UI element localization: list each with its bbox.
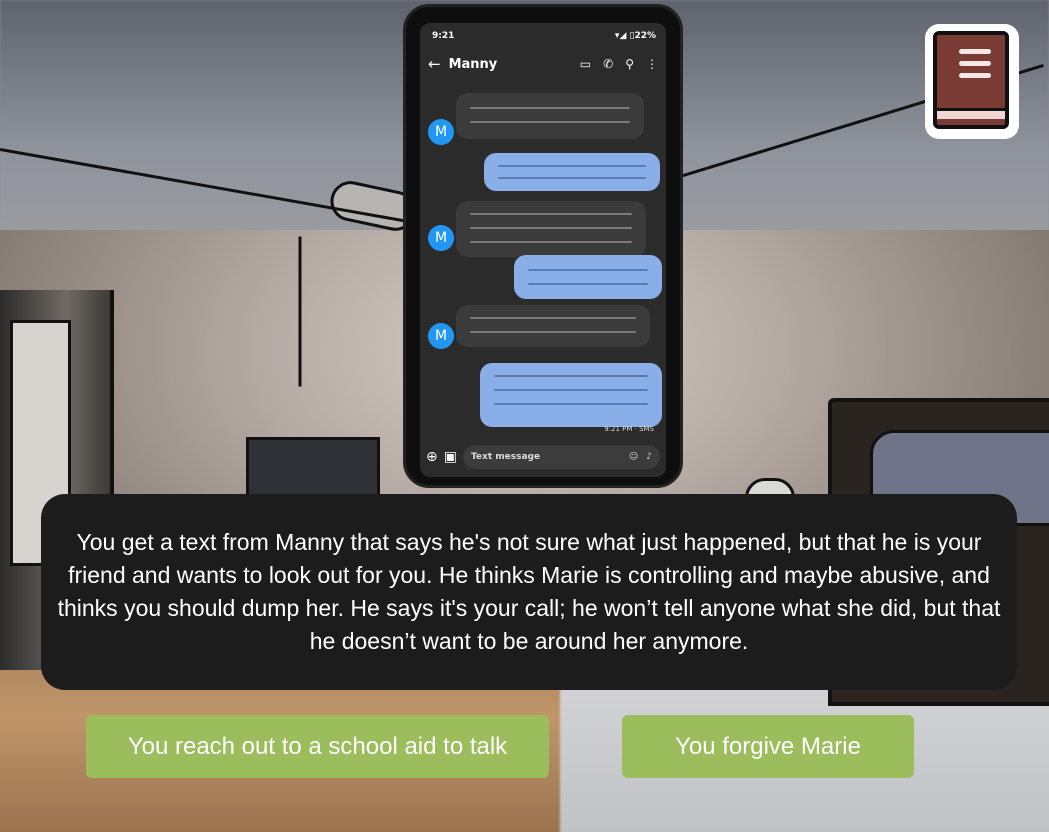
message-input-placeholder: Text message	[470, 452, 541, 462]
phone-screen: 9:21 ▾◢ ▯22% ← Manny ▭ ✆ ⚲ ⋮ M M M 9:21 …	[420, 23, 666, 477]
scribble-text	[528, 283, 648, 285]
status-time: 9:21	[432, 31, 455, 41]
choice-button-forgive-marie[interactable]: You forgive Marie	[622, 715, 914, 778]
message-timestamp: 9:21 PM · SMS	[604, 425, 654, 433]
menu-line	[959, 73, 991, 78]
add-icon[interactable]: ⊕	[426, 449, 438, 465]
emoji-icon[interactable]: ☺	[629, 452, 638, 462]
gallery-icon[interactable]: ▣	[444, 449, 457, 465]
conversation-header: ← Manny ▭ ✆ ⚲ ⋮	[428, 51, 658, 77]
search-icon[interactable]: ⚲	[625, 57, 634, 71]
book-icon	[933, 31, 1009, 129]
status-battery: ▾◢ ▯22%	[614, 31, 656, 41]
mic-icon[interactable]: ♪	[646, 452, 652, 462]
message-composer: ⊕ ▣ Text message ☺ ♪	[426, 443, 660, 471]
scribble-text	[528, 269, 648, 271]
phone-call-icon[interactable]: ✆	[603, 57, 613, 71]
outgoing-message	[480, 363, 662, 427]
scribble-text	[470, 241, 632, 243]
contact-avatar: M	[428, 225, 454, 251]
menu-line	[959, 49, 991, 54]
scribble-text	[498, 165, 646, 167]
outgoing-message	[484, 153, 660, 191]
phone: 9:21 ▾◢ ▯22% ← Manny ▭ ✆ ⚲ ⋮ M M M 9:21 …	[403, 4, 683, 488]
scribble-text	[494, 375, 648, 377]
scribble-text	[494, 389, 648, 391]
scribble-text	[494, 403, 648, 405]
scribble-text	[470, 121, 630, 123]
status-bar: 9:21 ▾◢ ▯22%	[432, 31, 656, 41]
outgoing-message	[514, 255, 662, 299]
contact-avatar: M	[428, 323, 454, 349]
contact-name: Manny	[448, 56, 498, 72]
scribble-text	[470, 107, 630, 109]
video-call-icon[interactable]: ▭	[580, 57, 591, 71]
incoming-message	[456, 305, 650, 347]
more-icon[interactable]: ⋮	[646, 57, 658, 71]
back-arrow-icon[interactable]: ←	[428, 55, 441, 73]
dialogue-box: You get a text from Manny that says he's…	[41, 494, 1017, 690]
choice-button-school-aid[interactable]: You reach out to a school aid to talk	[86, 715, 549, 778]
message-input[interactable]: Text message ☺ ♪	[462, 445, 660, 469]
dialogue-text: You get a text from Manny that says he's…	[57, 529, 1001, 654]
contact-avatar: M	[428, 119, 454, 145]
scribble-text	[470, 213, 632, 215]
scribble-text	[470, 331, 636, 333]
incoming-message	[456, 201, 646, 257]
journal-menu-button[interactable]	[925, 24, 1019, 139]
incoming-message	[456, 93, 644, 139]
wall-corner	[298, 236, 302, 387]
scribble-text	[498, 177, 646, 179]
scribble-text	[470, 317, 636, 319]
scribble-text	[470, 227, 632, 229]
menu-line	[959, 61, 991, 66]
